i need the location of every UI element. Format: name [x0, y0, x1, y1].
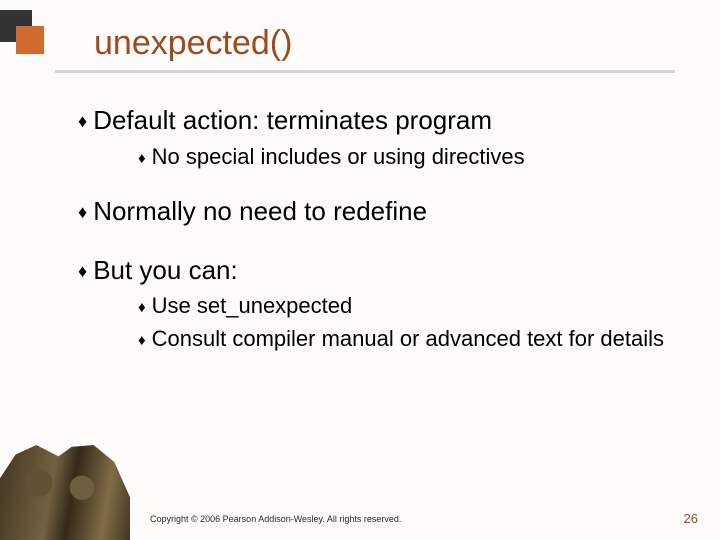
- slide-title: unexpected(): [94, 24, 292, 63]
- bullet-use-set-unexpected: Use set_unexpected: [138, 292, 668, 321]
- bullet-but-you-can: But you can:: [78, 254, 668, 287]
- slide-body: Default action: terminates program No sp…: [78, 104, 668, 357]
- bullet-default-action: Default action: terminates program: [78, 104, 668, 137]
- page-number: 26: [684, 511, 698, 526]
- lion-image: [0, 445, 130, 540]
- bullet-no-special-includes: No special includes or using directives: [138, 143, 668, 172]
- corner-logo-icon: [0, 10, 48, 58]
- title-underline: [55, 70, 675, 73]
- bullet-normally-no-need: Normally no need to redefine: [78, 195, 668, 228]
- copyright-text: Copyright © 2006 Pearson Addison-Wesley.…: [150, 514, 401, 524]
- bullet-consult-manual: Consult compiler manual or advanced text…: [138, 325, 668, 354]
